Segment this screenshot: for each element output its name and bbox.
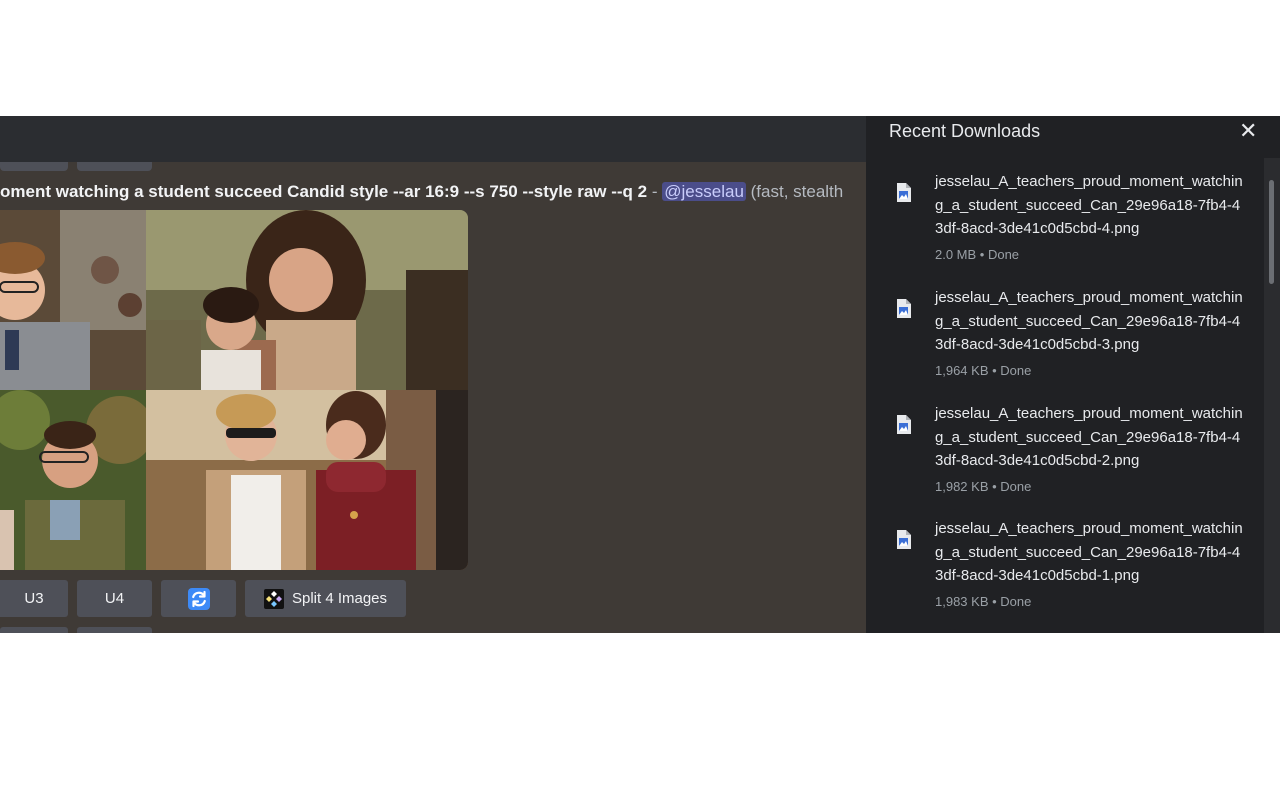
partial-button[interactable]: [0, 162, 68, 171]
grid-image-2[interactable]: [146, 210, 468, 390]
prompt-text: oment watching a student succeed Candid …: [0, 182, 648, 201]
partial-button[interactable]: [0, 627, 68, 633]
prompt-separator: -: [651, 182, 658, 201]
download-filename[interactable]: jesselau_A_teachers_proud_moment_watchin…: [935, 517, 1245, 588]
panel-title: Recent Downloads: [889, 121, 1041, 141]
split-images-icon: [263, 588, 284, 609]
image-file-icon: [897, 299, 911, 318]
grid-image-1[interactable]: [0, 210, 146, 390]
download-status: 2.0 MB • Done: [935, 247, 1020, 262]
download-item[interactable]: jesselau_A_teachers_proud_moment_watchin…: [866, 400, 1264, 512]
upscale-3-label: U3: [24, 590, 44, 607]
screen-region: oment watching a student succeed Candid …: [0, 116, 1280, 633]
partial-button[interactable]: [77, 627, 152, 633]
download-status: 1,964 KB • Done: [935, 363, 1032, 378]
download-filename[interactable]: jesselau_A_teachers_proud_moment_watchin…: [935, 402, 1245, 473]
prompt-line: oment watching a student succeed Candid …: [0, 182, 866, 206]
split-images-button[interactable]: Split 4 Images: [245, 580, 406, 617]
upscale-4-label: U4: [104, 590, 125, 607]
download-status: 1,982 KB • Done: [935, 479, 1032, 494]
refresh-icon: [187, 587, 210, 610]
user-mention[interactable]: @jesselau: [662, 182, 746, 201]
grid-image-4[interactable]: [146, 390, 468, 570]
grid-image-3[interactable]: [0, 390, 146, 570]
image-file-icon: [897, 183, 911, 202]
partial-button[interactable]: [77, 162, 152, 171]
upscale-3-button[interactable]: U3: [0, 580, 68, 617]
download-item[interactable]: jesselau_A_teachers_proud_moment_watchin…: [866, 168, 1264, 280]
image-grid[interactable]: [0, 210, 468, 570]
prompt-suffix: (fast, stealth: [750, 182, 844, 201]
recent-downloads-panel: Recent Downloads ✕ jesselau_A_teachers_p…: [866, 116, 1280, 633]
upscale-4-button[interactable]: U4: [77, 580, 152, 617]
close-icon[interactable]: ✕: [1239, 120, 1257, 142]
download-item[interactable]: jesselau_A_teachers_proud_moment_watchin…: [866, 515, 1264, 627]
download-status: 1,983 KB • Done: [935, 594, 1032, 609]
split-images-label: Split 4 Images: [291, 590, 388, 607]
discord-top-bar: [0, 116, 866, 171]
image-file-icon: [897, 530, 911, 549]
download-filename[interactable]: jesselau_A_teachers_proud_moment_watchin…: [935, 286, 1245, 357]
reroll-button[interactable]: [161, 580, 236, 617]
download-item[interactable]: jesselau_A_teachers_proud_moment_watchin…: [866, 284, 1264, 396]
image-file-icon: [897, 415, 911, 434]
scrollbar[interactable]: [1264, 158, 1280, 633]
scrollbar-thumb[interactable]: [1269, 180, 1274, 284]
download-filename[interactable]: jesselau_A_teachers_proud_moment_watchin…: [935, 170, 1245, 241]
